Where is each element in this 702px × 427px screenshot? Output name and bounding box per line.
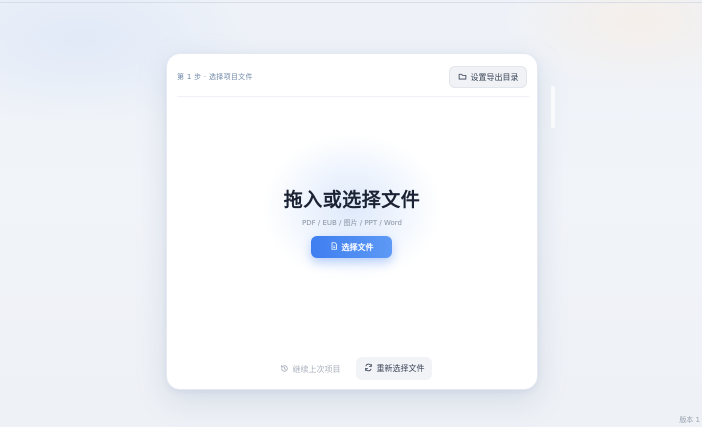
step-label: 第 1 步 · 选择项目文件: [177, 73, 253, 81]
file-drop-zone[interactable]: 拖入或选择文件 PDF / EUB / 图片 / PPT / Word 选择文件: [167, 98, 537, 348]
continue-last-project-label: 继续上次项目: [292, 364, 341, 374]
reselect-file-button[interactable]: 重新选择文件: [356, 357, 432, 380]
top-border-line: [0, 2, 702, 3]
set-export-dir-label: 设置导出目录: [470, 72, 519, 82]
choose-file-label: 选择文件: [341, 242, 374, 252]
file-icon: [330, 242, 338, 252]
refresh-icon: [364, 363, 373, 374]
background-ghost-handle: [551, 86, 555, 128]
import-card: 第 1 步 · 选择项目文件 设置导出目录 拖入或选择文件 PDF / EUB …: [166, 53, 538, 390]
supported-formats: PDF / EUB / 图片 / PPT / Word: [302, 219, 402, 227]
version-label: 版本 1: [679, 416, 700, 424]
reselect-file-label: 重新选择文件: [376, 364, 425, 373]
choose-file-button[interactable]: 选择文件: [311, 236, 392, 258]
folder-icon: [458, 72, 467, 83]
drop-zone-title: 拖入或选择文件: [283, 189, 421, 211]
header-divider: [177, 96, 529, 97]
set-export-dir-button[interactable]: 设置导出目录: [449, 66, 527, 88]
history-icon: [280, 364, 289, 375]
continue-last-project-button[interactable]: 继续上次项目: [279, 359, 341, 379]
